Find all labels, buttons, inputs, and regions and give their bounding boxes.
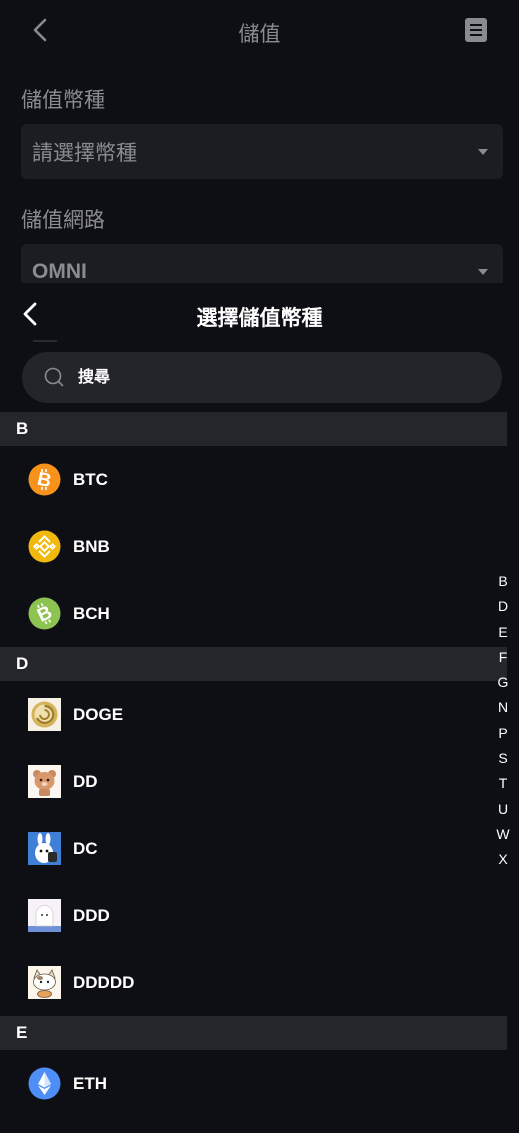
coin-row-bch[interactable]: B BCH: [0, 580, 507, 647]
coin-row-bnb[interactable]: BNB: [0, 513, 507, 580]
coin-row-ddd[interactable]: DDD: [0, 882, 507, 949]
coin-row-dd[interactable]: DD: [0, 748, 507, 815]
sheet-title: 選擇儲值幣種: [196, 307, 323, 330]
coin-row-ddddd[interactable]: DDDDD: [0, 949, 507, 1016]
network-label: 儲值網路: [21, 209, 105, 232]
search-bar[interactable]: [22, 352, 502, 403]
bch-icon: B: [28, 597, 61, 630]
coin-name: DC: [73, 838, 98, 858]
eth-icon: [28, 1067, 61, 1100]
search-icon: [44, 367, 64, 387]
coin-row-btc[interactable]: B BTC: [0, 446, 507, 513]
coin-name: ETH: [73, 1073, 107, 1093]
section-header-b: B: [0, 412, 507, 446]
coin-name: BTC: [73, 469, 108, 489]
coin-name: DDDDD: [73, 972, 135, 992]
ddd-ghost-icon: [28, 899, 61, 932]
index-letter[interactable]: W: [492, 822, 514, 847]
index-letter[interactable]: S: [492, 746, 514, 771]
coin-row-dc[interactable]: DC: [0, 815, 507, 882]
section-header-e: E: [0, 1016, 507, 1050]
caret-down-icon: [478, 148, 488, 155]
index-letter[interactable]: N: [492, 695, 514, 720]
search-input[interactable]: [78, 352, 478, 403]
coin-name: DDD: [73, 905, 110, 925]
index-letter[interactable]: F: [492, 645, 514, 670]
currency-picker-sheet: 選擇儲值幣種 B B BTC: [0, 283, 519, 1133]
alphabet-index[interactable]: B D E F G N P S T U W X: [492, 569, 514, 873]
dd-bear-icon: [28, 765, 61, 798]
btc-icon: B: [28, 463, 61, 496]
divider: [33, 340, 57, 342]
coin-name: DOGE: [73, 704, 124, 724]
caret-down-icon: [478, 268, 488, 275]
index-letter[interactable]: U: [492, 797, 514, 822]
doge-icon: [28, 698, 61, 731]
document-icon[interactable]: [465, 18, 487, 42]
dc-rabbit-icon: [28, 832, 61, 865]
coin-name: DD: [73, 771, 98, 791]
index-letter[interactable]: X: [492, 847, 514, 872]
coin-row-eth[interactable]: ETH: [0, 1050, 507, 1117]
index-letter[interactable]: E: [492, 620, 514, 645]
section-header-d: D: [0, 647, 507, 681]
currency-select[interactable]: 請選擇幣種: [21, 124, 503, 179]
index-letter[interactable]: D: [492, 594, 514, 619]
page-title: 儲值: [238, 23, 281, 46]
coin-name: BCH: [73, 603, 110, 623]
network-select-value: OMNI: [32, 259, 87, 283]
ddddd-cat-icon: [28, 966, 61, 999]
index-letter[interactable]: G: [492, 670, 514, 695]
index-letter[interactable]: P: [492, 721, 514, 746]
coin-row-doge[interactable]: DOGE: [0, 681, 507, 748]
bnb-icon: [28, 530, 61, 563]
index-letter[interactable]: T: [492, 771, 514, 796]
index-letter[interactable]: B: [492, 569, 514, 594]
background-header: 儲值: [0, 0, 519, 62]
currency-label: 儲值幣種: [21, 89, 105, 112]
coin-name: BNB: [73, 536, 110, 556]
currency-select-value: 請選擇幣種: [32, 141, 137, 165]
